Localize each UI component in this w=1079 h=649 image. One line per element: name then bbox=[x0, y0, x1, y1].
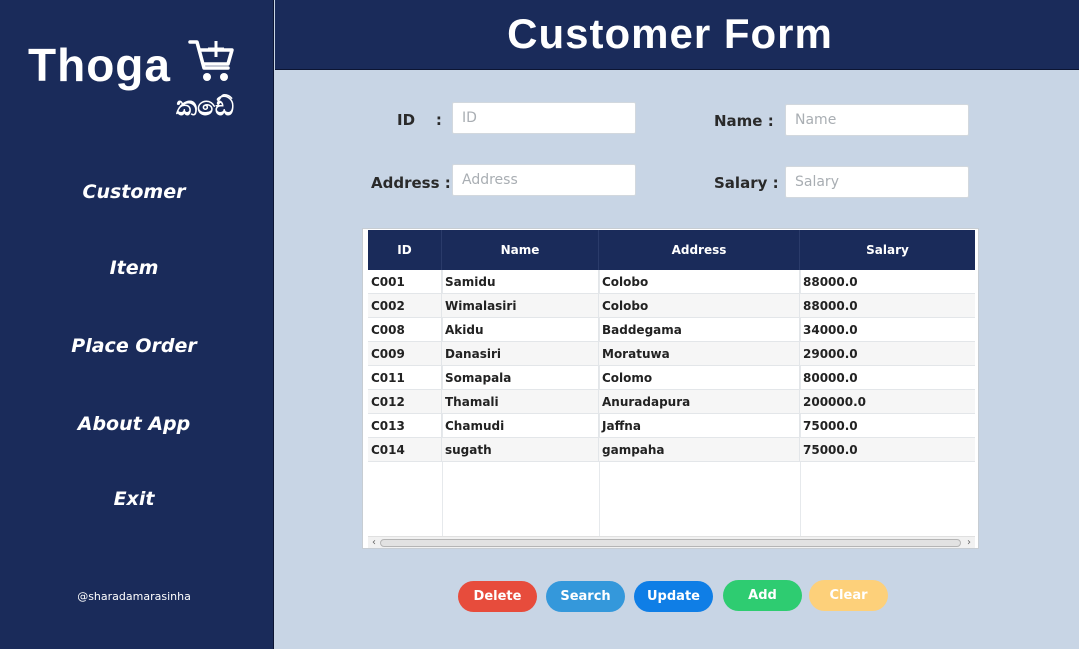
sidebar-item-item[interactable]: Item bbox=[0, 257, 268, 279]
cell-name: sugath bbox=[442, 438, 599, 461]
cell-id: C002 bbox=[368, 294, 442, 317]
cell-salary: 34000.0 bbox=[803, 322, 858, 337]
salary-input[interactable] bbox=[785, 166, 969, 198]
cell-address: Colomo bbox=[599, 366, 800, 389]
column-header-salary[interactable]: Salary bbox=[800, 230, 975, 270]
cell-id: C008 bbox=[368, 318, 442, 341]
cell-id: C001 bbox=[368, 270, 442, 293]
table-row[interactable]: C013 Chamudi Jaffna 75000.0 bbox=[368, 414, 975, 438]
horizontal-scrollbar[interactable]: ‹ › bbox=[368, 536, 975, 548]
name-label: Name : bbox=[714, 112, 774, 130]
cell-salary: 88000.0 bbox=[803, 274, 858, 289]
salary-label: Salary : bbox=[714, 174, 779, 192]
cell-id: C009 bbox=[368, 342, 442, 365]
scrollbar-thumb[interactable] bbox=[380, 539, 961, 547]
sidebar: Thoga කඩේ Customer Item Place Order Abou… bbox=[0, 0, 274, 649]
cell-salary: 80000.0 bbox=[803, 370, 858, 385]
customer-table[interactable]: ID Name Address Salary C001 Samidu Colobo 8… bbox=[362, 228, 979, 549]
page-header: Customer Form bbox=[275, 0, 1079, 70]
sidebar-item-exit[interactable]: Exit bbox=[0, 488, 268, 510]
logo-text: Thoga bbox=[28, 39, 171, 91]
scroll-left-arrow-icon[interactable]: ‹ bbox=[368, 537, 380, 548]
name-input[interactable] bbox=[785, 104, 969, 136]
column-header-id[interactable]: ID bbox=[368, 230, 442, 270]
delete-button[interactable]: Delete bbox=[458, 581, 537, 612]
cell-salary: 29000.0 bbox=[803, 346, 858, 361]
add-button[interactable]: Add bbox=[723, 580, 802, 611]
app-logo: Thoga කඩේ bbox=[26, 38, 256, 128]
cell-name: Somapala bbox=[442, 366, 599, 389]
cell-name: Samidu bbox=[442, 270, 599, 293]
cell-address: Moratuwa bbox=[599, 342, 800, 365]
table-row[interactable]: C011 Somapala Colomo 80000.0 bbox=[368, 366, 975, 390]
cell-address: Colobo bbox=[599, 294, 800, 317]
cell-name: Akidu bbox=[442, 318, 599, 341]
update-button[interactable]: Update bbox=[634, 581, 713, 612]
id-label: ID : bbox=[397, 111, 442, 129]
cell-name: Danasiri bbox=[442, 342, 599, 365]
search-button[interactable]: Search bbox=[546, 581, 625, 612]
table-row[interactable]: C008 Akidu Baddegama 34000.0 bbox=[368, 318, 975, 342]
cell-address: Baddegama bbox=[599, 318, 800, 341]
table-header: ID Name Address Salary bbox=[368, 230, 975, 270]
column-header-name[interactable]: Name bbox=[442, 230, 599, 270]
table-row[interactable]: C012 Thamali Anuradapura 200000.0 bbox=[368, 390, 975, 414]
cell-address: gampaha bbox=[599, 438, 800, 461]
shopping-cart-plus-icon bbox=[188, 40, 234, 81]
cell-id: C012 bbox=[368, 390, 442, 413]
credit-text: @sharadamarasinha bbox=[77, 590, 191, 603]
table-row[interactable]: C009 Danasiri Moratuwa 29000.0 bbox=[368, 342, 975, 366]
cell-name: Wimalasiri bbox=[442, 294, 599, 317]
address-label: Address : bbox=[371, 174, 451, 192]
cell-salary: 88000.0 bbox=[803, 298, 858, 313]
sidebar-item-about-app[interactable]: About App bbox=[0, 413, 268, 435]
cell-id: C013 bbox=[368, 414, 442, 437]
table-row[interactable]: C002 Wimalasiri Colobo 88000.0 bbox=[368, 294, 975, 318]
clear-button[interactable]: Clear bbox=[809, 580, 888, 611]
scroll-right-arrow-icon[interactable]: › bbox=[963, 537, 975, 548]
cell-name: Chamudi bbox=[442, 414, 599, 437]
column-header-address[interactable]: Address bbox=[599, 230, 800, 270]
address-input[interactable] bbox=[452, 164, 636, 196]
page-title: Customer Form bbox=[507, 10, 833, 57]
logo-subtext: කඩේ bbox=[176, 92, 235, 122]
cell-address: Anuradapura bbox=[599, 390, 800, 413]
sidebar-item-place-order[interactable]: Place Order bbox=[0, 335, 268, 357]
table-row[interactable]: C001 Samidu Colobo 88000.0 bbox=[368, 270, 975, 294]
cell-address: Jaffna bbox=[599, 414, 800, 437]
cell-name: Thamali bbox=[442, 390, 599, 413]
cell-salary: 75000.0 bbox=[803, 418, 858, 433]
cell-address: Colobo bbox=[599, 270, 800, 293]
id-input[interactable] bbox=[452, 102, 636, 134]
table-row[interactable]: C014 sugath gampaha 75000.0 bbox=[368, 438, 975, 462]
sidebar-item-customer[interactable]: Customer bbox=[0, 181, 268, 203]
cell-id: C014 bbox=[368, 438, 442, 461]
cell-id: C011 bbox=[368, 366, 442, 389]
cell-salary: 200000.0 bbox=[803, 394, 867, 409]
table-body: C001 Samidu Colobo 88000.0 C002 Wimalasiri Col… bbox=[368, 270, 975, 536]
cell-salary: 75000.0 bbox=[803, 442, 858, 457]
